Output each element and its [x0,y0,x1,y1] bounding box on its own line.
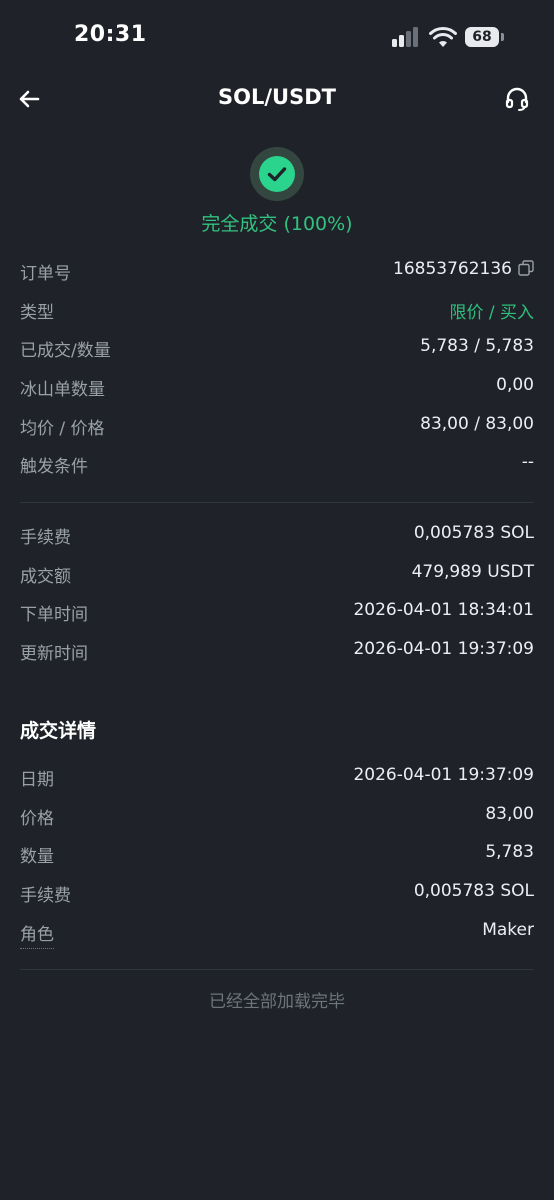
fee-label: 手续费 [20,528,71,548]
trade-fee-row: 手续费 0,005783 SOL [20,877,534,916]
trade-date-value: 2026-04-01 19:37:09 [353,765,534,785]
trigger-condition-row: 触发条件 -- [20,448,534,487]
update-time-value: 2026-04-01 19:37:09 [353,639,534,660]
order-time-label: 下单时间 [20,605,88,626]
trade-date-row: 日期 2026-04-01 19:37:09 [20,761,534,800]
order-status-text: 完全成交 (100%) [201,213,353,235]
trade-price-value: 83,00 [485,803,534,824]
trade-quantity-value: 5,783 [485,842,534,863]
order-time-value: 2026-04-01 18:34:01 [353,600,534,621]
update-time-row: 更新时间 2026-04-01 19:37:09 [20,635,534,674]
headset-icon[interactable] [504,86,530,112]
order-type-row: 类型 限价 / 买入 [20,294,534,333]
avg-price-label: 均价 / 价格 [20,418,105,439]
wifi-icon [429,26,457,47]
order-id-value: 16853762136 [393,259,534,279]
fee-row: 手续费 0,005783 SOL [20,519,534,558]
cellular-signal-icon [392,27,422,47]
trade-price-row: 价格 83,00 [20,800,534,839]
trade-quantity-label: 数量 [20,847,54,868]
load-complete-text: 已经全部加载完毕 [209,992,345,1012]
update-time-label: 更新时间 [20,644,88,665]
filled-quantity-row: 已成交/数量 5,783 / 5,783 [20,332,534,371]
battery-icon: 68 [465,27,499,47]
nav-bar: SOL/USDT [0,76,554,122]
trade-price-label: 价格 [20,808,54,829]
check-icon [259,156,295,192]
status-success-icon [250,147,304,201]
page-title: SOL/USDT [218,85,336,109]
order-id-row: 订单号 16853762136 [20,255,534,294]
battery-tip [501,33,504,41]
filled-quantity-label: 已成交/数量 [20,341,111,362]
status-time: 20:31 [74,22,147,47]
order-type-label: 类型 [20,302,54,323]
status-bar: 20:31 68 [0,0,554,76]
trade-role-value: Maker [482,919,534,940]
turnover-label: 成交额 [20,566,71,587]
order-id-text: 16853762136 [393,259,512,279]
filled-quantity-value: 5,783 / 5,783 [420,336,534,357]
trade-role-label[interactable]: 角色 [20,920,54,949]
trade-quantity-row: 数量 5,783 [20,838,534,877]
order-type-value: 限价 / 买入 [449,302,534,323]
fee-info-section: 手续费 0,005783 SOL 成交额 479,989 USDT 下单时间 2… [20,519,534,674]
divider [20,969,534,970]
trade-fee-label: 手续费 [20,886,71,907]
avg-price-row: 均价 / 价格 83,00 / 83,00 [20,410,534,449]
divider [20,502,534,503]
trade-date-label: 日期 [20,770,54,790]
trigger-condition-label: 触发条件 [20,457,88,478]
copy-icon[interactable] [518,260,534,276]
iceberg-quantity-value: 0,00 [496,375,534,396]
iceberg-quantity-row: 冰山单数量 0,00 [20,371,534,410]
trade-details-title: 成交详情 [20,720,97,742]
trade-details-section: 日期 2026-04-01 19:37:09 价格 83,00 数量 5,783… [20,761,534,954]
order-info-section: 订单号 16853762136 类型 限价 / 买入 已成交/数量 5,783 … [20,255,534,487]
trade-fee-value: 0,005783 SOL [413,881,534,902]
iceberg-quantity-label: 冰山单数量 [20,380,105,401]
trigger-condition-value: -- [521,452,534,473]
fee-value: 0,005783 SOL [413,523,534,543]
order-time-row: 下单时间 2026-04-01 18:34:01 [20,596,534,635]
turnover-value: 479,989 USDT [411,561,534,582]
order-id-label: 订单号 [20,264,71,284]
turnover-row: 成交额 479,989 USDT [20,558,534,597]
avg-price-value: 83,00 / 83,00 [420,413,534,434]
trade-role-row: 角色 Maker [20,916,534,955]
